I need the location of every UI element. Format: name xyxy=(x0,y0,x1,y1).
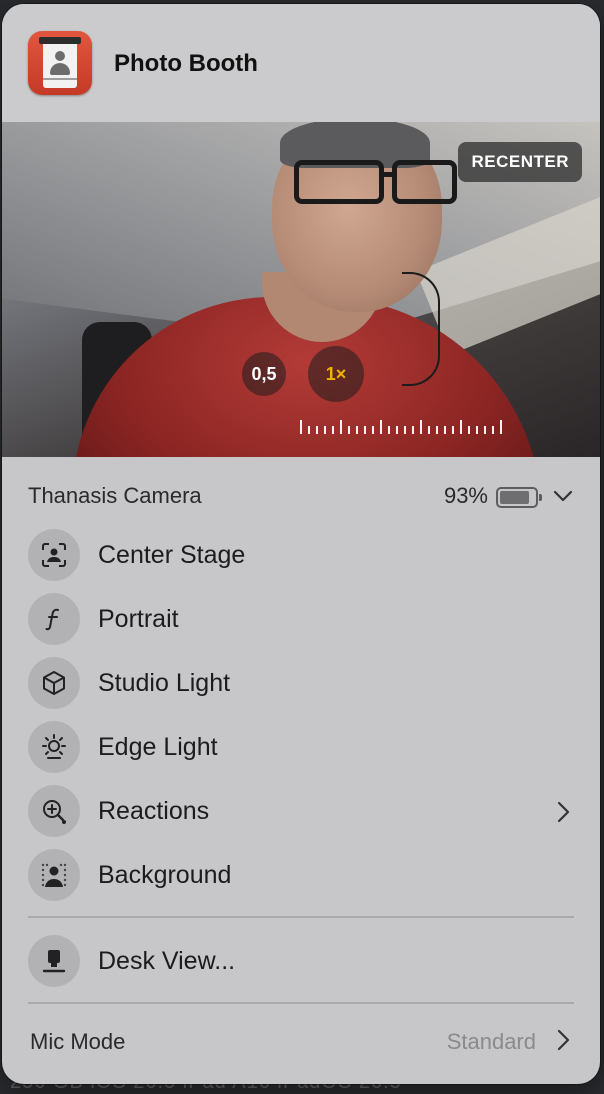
menu-item-reactions[interactable]: Reactions xyxy=(28,785,574,839)
zoom-tick xyxy=(460,420,462,434)
battery-percent: 93% xyxy=(443,483,488,508)
menu-item-label: Edge Light xyxy=(98,733,218,761)
menu-divider xyxy=(28,1002,574,1004)
zoom-tick xyxy=(468,426,470,434)
menu-item-portrait[interactable]: Portrait xyxy=(28,593,574,647)
zoom-tick xyxy=(332,426,334,434)
camera-control-panel: Photo Booth RECENTER 0,5 1× Thanasis Cam… xyxy=(2,4,600,1084)
zoom-tick xyxy=(500,420,502,434)
app-title: Photo Booth xyxy=(114,50,258,77)
menu-divider xyxy=(28,916,574,918)
panel-header: Photo Booth xyxy=(2,4,600,122)
zoom-1x-button[interactable]: 1× xyxy=(308,346,364,402)
zoom-tick xyxy=(380,420,382,434)
zoom-tick xyxy=(316,426,318,434)
zoom-tick xyxy=(364,426,366,434)
center-stage-icon xyxy=(28,529,80,581)
zoom-tick xyxy=(484,426,486,434)
camera-name: Thanasis Camera xyxy=(28,483,202,508)
desk-view-icon xyxy=(28,935,80,987)
zoom-tick xyxy=(444,426,446,434)
zoom-tick xyxy=(412,426,414,434)
zoom-tick xyxy=(476,426,478,434)
menu-item-studio-light[interactable]: Studio Light xyxy=(28,657,574,711)
chevron-right-icon[interactable] xyxy=(552,1027,574,1053)
battery-icon xyxy=(496,487,542,508)
preview-glasses-right xyxy=(392,160,457,204)
zoom-tick xyxy=(452,426,454,434)
zoom-slider[interactable] xyxy=(300,420,505,434)
preview-glasses-left xyxy=(294,160,384,204)
preview-earphone-cable xyxy=(402,272,440,386)
zoom-tick xyxy=(420,420,422,434)
menu-item-label: Desk View... xyxy=(98,947,236,975)
sun-light-icon xyxy=(28,721,80,773)
chevron-down-icon[interactable] xyxy=(552,485,574,507)
menu-item-background[interactable]: Background xyxy=(28,849,574,903)
mic-mode-label[interactable]: Mic Mode xyxy=(30,1029,125,1055)
zoom-tick xyxy=(428,426,430,434)
menu-item-desk-view[interactable]: Desk View... xyxy=(28,935,574,989)
zoom-tick xyxy=(396,426,398,434)
background-person-icon xyxy=(28,849,80,901)
zoom-tick xyxy=(492,426,494,434)
zoom-tick xyxy=(372,426,374,434)
portrait-f-icon xyxy=(28,593,80,645)
chevron-right-icon xyxy=(557,801,570,823)
menu-item-label: Background xyxy=(98,861,232,889)
preview-glasses-bridge xyxy=(379,172,397,177)
menu-item-center-stage[interactable]: Center Stage xyxy=(28,529,574,583)
zoom-tick xyxy=(348,426,350,434)
zoom-tick xyxy=(404,426,406,434)
zoom-0-5-button[interactable]: 0,5 xyxy=(242,352,286,396)
zoom-tick xyxy=(300,420,302,434)
zoom-tick xyxy=(356,426,358,434)
zoom-tick xyxy=(324,426,326,434)
device-row: Thanasis Camera 93% xyxy=(28,483,574,513)
menu-item-label: Studio Light xyxy=(98,669,231,697)
reactions-icon xyxy=(28,785,80,837)
recenter-button[interactable]: RECENTER xyxy=(458,142,582,182)
mic-mode-value[interactable]: Standard xyxy=(447,1029,536,1055)
zoom-tick xyxy=(340,420,342,434)
zoom-tick xyxy=(308,426,310,434)
camera-preview: RECENTER 0,5 1× xyxy=(2,122,600,457)
zoom-tick xyxy=(436,426,438,434)
menu-item-label: Portrait xyxy=(98,605,179,633)
menu-item-label: Reactions xyxy=(98,797,210,825)
menu-item-label: Center Stage xyxy=(98,541,246,569)
zoom-tick xyxy=(388,426,390,434)
photo-booth-icon xyxy=(28,31,92,95)
menu-item-edge-light[interactable]: Edge Light xyxy=(28,721,574,775)
cube-icon xyxy=(28,657,80,709)
